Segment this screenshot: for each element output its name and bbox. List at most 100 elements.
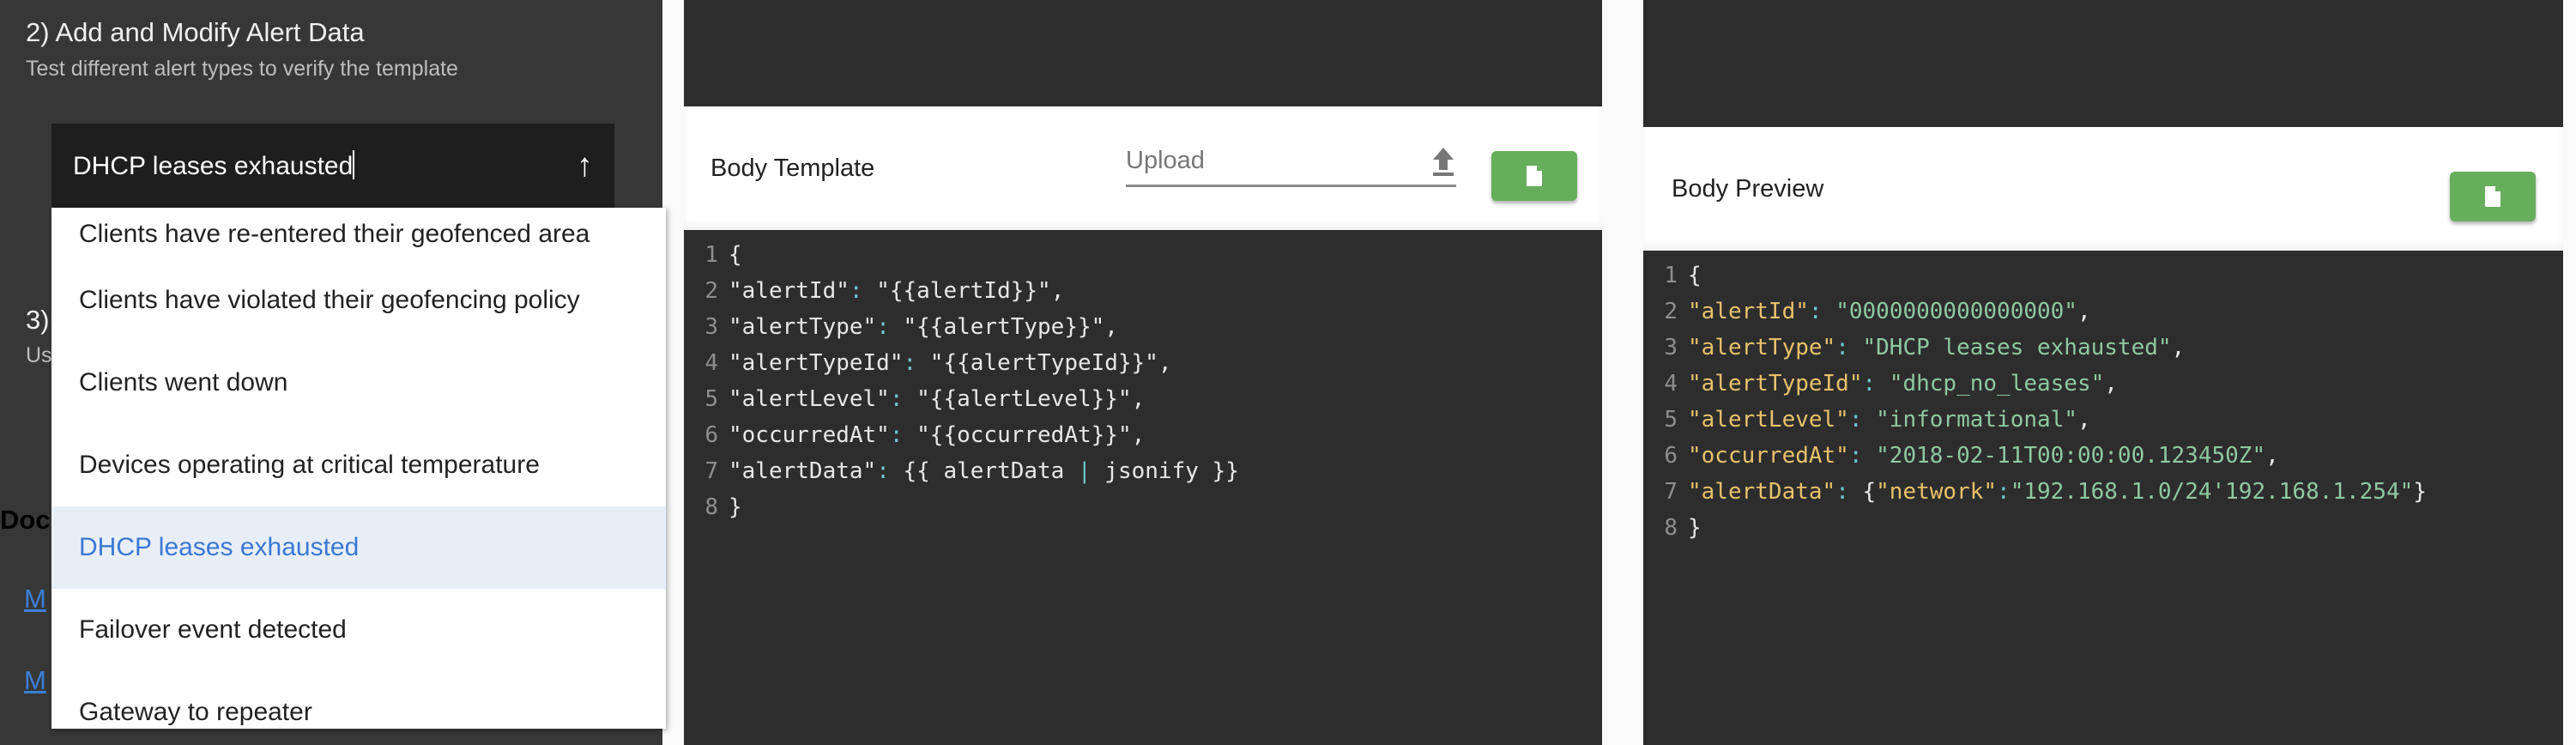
code-token: }	[2413, 479, 2427, 505]
code-token: "0000000000000000"	[1835, 299, 2077, 324]
arrow-up-icon[interactable]: ↑	[577, 148, 593, 185]
line-number: 7	[704, 458, 718, 484]
code-token: "alertId"	[1688, 299, 1809, 324]
code-token: {{ alertData	[889, 458, 1078, 484]
alert-type-combobox[interactable]: DHCP leases exhausted ↑	[51, 124, 614, 208]
code-token: "alertData"	[1688, 479, 1836, 505]
code-token: ,	[2171, 335, 2186, 360]
code-line: 7 "alertData": {"network":"192.168.1.0/24…	[1643, 474, 2563, 510]
line-number: 8	[1664, 515, 1678, 541]
code-token: }	[729, 494, 742, 520]
code-token: "192.168.1.0/24'192.168.1.254"	[2010, 479, 2414, 505]
code-token: :	[1997, 479, 2011, 505]
dropdown-option[interactable]: Gateway to repeater	[51, 671, 666, 729]
docs-heading: Doc	[0, 505, 51, 535]
doc-link[interactable]: M	[24, 665, 46, 696]
step3-title: 3)	[26, 305, 50, 335]
code-token: "alertType"	[729, 314, 877, 340]
code-token: "{{alertId}}",	[862, 278, 1065, 304]
code-token: :	[1862, 371, 1877, 397]
code-token: :	[1835, 335, 1849, 360]
code-line: 2 "alertId": "0000000000000000",	[1643, 294, 2563, 330]
template-title: Body Template	[711, 154, 875, 182]
code-token: ,	[2077, 407, 2091, 433]
dropdown-option[interactable]: Failover event detected	[51, 589, 666, 671]
code-token: ,	[2104, 371, 2118, 397]
template-panel: Body Template Upload 1 {2 "alertId": "{{al…	[684, 0, 1602, 745]
code-line: 4 "alertTypeId": "{{alertTypeId}}",	[684, 345, 1602, 381]
line-number: 1	[1664, 263, 1678, 288]
code-token: "{{alertType}}",	[889, 314, 1118, 340]
code-token: "{{alertTypeId}}",	[916, 350, 1172, 376]
code-token: "occurredAt"	[729, 422, 890, 448]
line-number: 2	[1664, 299, 1678, 324]
code-line: 6 "occurredAt": "2018-02-11T00:00:00.1234…	[1643, 438, 2563, 474]
code-token: :	[1835, 479, 1849, 505]
code-token: :	[1848, 407, 1863, 433]
file-icon	[1527, 166, 1542, 186]
dropdown-option[interactable]: Clients went down	[51, 342, 666, 424]
code-line: 5 "alertLevel": "informational",	[1643, 402, 2563, 438]
line-number: 3	[1664, 335, 1678, 360]
code-token: jsonify }}	[1091, 458, 1239, 484]
code-token: "alertId"	[729, 278, 850, 304]
line-number: 7	[1664, 479, 1678, 505]
line-number: 6	[1664, 443, 1678, 469]
line-number: 5	[1664, 407, 1678, 433]
preview-title: Body Preview	[1672, 174, 1824, 203]
line-number: 2	[704, 278, 718, 304]
code-token: :	[876, 314, 890, 340]
code-token: |	[1078, 458, 1091, 484]
dropdown-option[interactable]: Devices operating at critical temperatur…	[51, 424, 666, 506]
preview-code-viewer: 1{2 "alertId": "0000000000000000", 3 "alert…	[1643, 257, 2563, 546]
line-number: 5	[704, 386, 718, 412]
step2-title: 2) Add and Modify Alert Data	[26, 17, 365, 47]
code-token: :	[849, 278, 863, 304]
code-token: "DHCP leases exhausted"	[1862, 335, 2172, 360]
dropdown-option[interactable]: Clients have re-entered their geofenced …	[51, 208, 666, 259]
file-icon	[2485, 186, 2500, 207]
code-token: {	[1848, 479, 1877, 505]
code-line: 8}	[1643, 510, 2563, 546]
code-token: :	[903, 350, 917, 376]
code-line: 5 "alertLevel": "{{alertLevel}}",	[684, 381, 1602, 417]
code-token: "alertLevel"	[729, 386, 890, 412]
line-number: 3	[704, 314, 718, 340]
code-token: "network"	[1876, 479, 1998, 505]
line-number: 1	[704, 242, 718, 268]
upload-field[interactable]: Upload	[1126, 137, 1456, 187]
dropdown-option[interactable]: DHCP leases exhausted	[51, 506, 666, 589]
template-code-editor[interactable]: 1 {2 "alertId": "{{alertId}}", 3 "alertType"…	[684, 237, 1602, 525]
step2-subtitle: Test different alert types to verify the…	[26, 57, 458, 81]
code-line: 7 "alertData": {{ alertData | jsonify }}	[684, 453, 1602, 489]
alert-type-input[interactable]: DHCP leases exhausted	[73, 150, 577, 181]
code-line: 2 "alertId": "{{alertId}}",	[684, 273, 1602, 309]
code-token: }	[1688, 515, 1702, 541]
code-token: "alertLevel"	[1688, 407, 1849, 433]
code-line: 3 "alertType": "{{alertType}}",	[684, 309, 1602, 345]
code-token: "alertType"	[1688, 335, 1836, 360]
save-template-button[interactable]	[1491, 151, 1577, 201]
doc-link[interactable]: M	[24, 584, 46, 615]
code-token: "alertTypeId"	[1688, 371, 1863, 397]
code-line: 1{	[1643, 257, 2563, 294]
code-token: {	[729, 242, 742, 268]
dropdown-option[interactable]: Clients have violated their geofencing p…	[51, 259, 666, 342]
preview-panel: Body Preview 1{2 "alertId": "000000000000…	[1643, 0, 2563, 745]
code-token: "occurredAt"	[1688, 443, 1849, 469]
code-token: {	[1688, 263, 1702, 288]
code-line: 6 "occurredAt": "{{occurredAt}}",	[684, 417, 1602, 453]
alert-type-dropdown[interactable]: Clients have re-entered their geofenced …	[51, 208, 666, 729]
upload-icon[interactable]	[1430, 146, 1456, 177]
code-token: :	[1848, 443, 1863, 469]
code-token: :	[1808, 299, 1823, 324]
code-line: 3 "alertType": "DHCP leases exhausted",	[1643, 330, 2563, 366]
code-token: :	[889, 386, 904, 412]
code-token: :	[876, 458, 890, 484]
save-preview-button[interactable]	[2450, 172, 2536, 221]
upload-placeholder: Upload	[1126, 147, 1205, 174]
